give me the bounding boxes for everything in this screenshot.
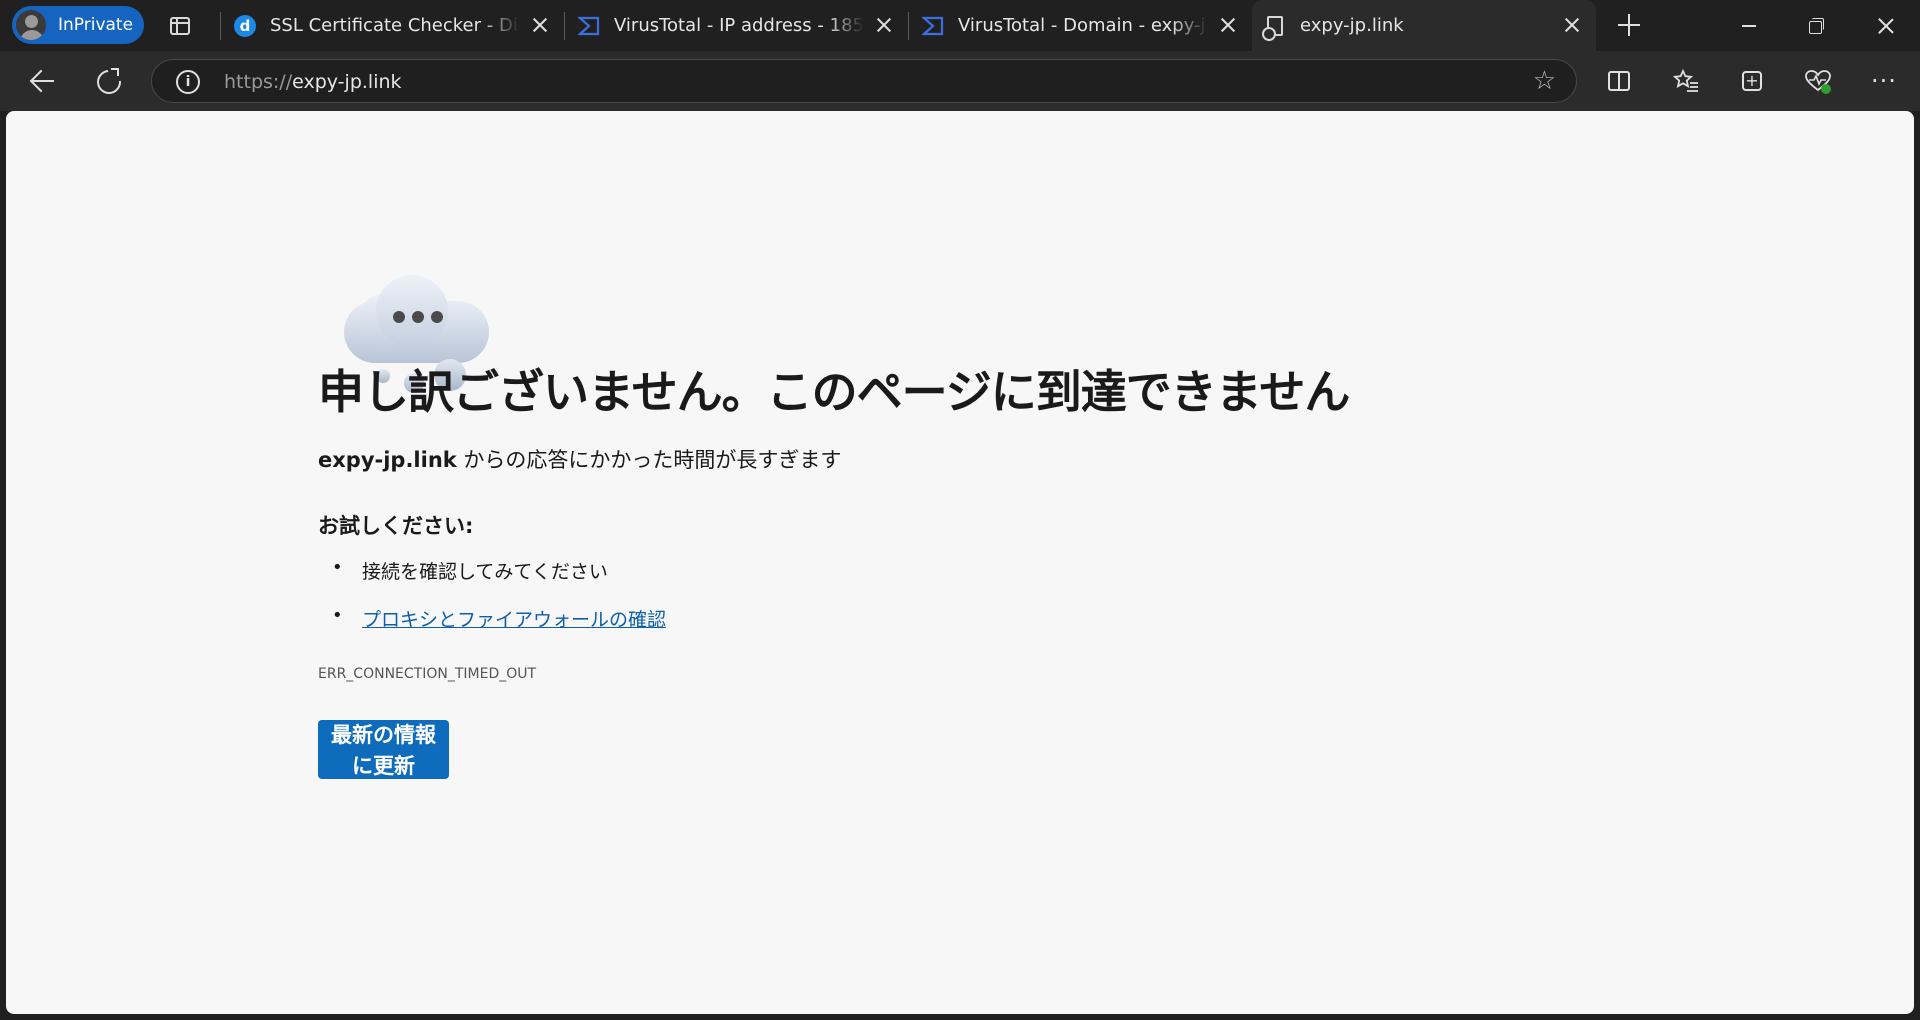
error-heading: 申し訳ございません。このページに到達できません xyxy=(318,365,1350,419)
toolbar: i https://expy-jp.link ☆ + ··· xyxy=(0,51,1920,111)
split-screen-icon[interactable] xyxy=(1602,64,1636,98)
list-item: プロキシとファイアウォールの確認 xyxy=(318,593,666,641)
close-tab-icon[interactable] xyxy=(1218,15,1238,35)
tab-title: VirusTotal - IP address - 185.81.1 xyxy=(614,15,864,36)
close-tab-icon[interactable] xyxy=(530,15,550,35)
address-url[interactable]: https://expy-jp.link xyxy=(224,71,402,93)
refresh-icon[interactable] xyxy=(88,61,128,101)
profile-avatar-icon xyxy=(14,8,48,42)
tab-actions-icon xyxy=(170,17,190,35)
tab-virustotal-ip[interactable]: VirusTotal - IP address - 185.81.1 xyxy=(566,0,908,51)
page-viewport xyxy=(6,111,1914,1014)
error-description-text: からの応答にかかった時間が長すぎます xyxy=(456,448,842,472)
suggestion-check-connection: 接続を確認してみてください xyxy=(362,561,608,583)
restore-icon[interactable] xyxy=(1788,0,1844,51)
tab-title: expy-jp.link xyxy=(1300,15,1404,36)
site-info-icon[interactable]: i xyxy=(176,70,200,94)
error-description: expy-jp.link からの応答にかかった時間が長すぎます xyxy=(318,444,841,474)
inprivate-label: InPrivate xyxy=(58,15,134,35)
tab-title: VirusTotal - Domain - expy-jp.link xyxy=(958,15,1208,36)
browser-essentials-icon[interactable] xyxy=(1801,64,1835,98)
minimize-icon[interactable] xyxy=(1720,0,1776,51)
back-icon[interactable] xyxy=(22,61,62,101)
site-favicon-icon: d xyxy=(234,14,256,37)
page-error-icon xyxy=(1262,15,1286,41)
tab-ssl-checker[interactable]: d SSL Certificate Checker - Diagnostic xyxy=(222,0,564,51)
tab-separator xyxy=(564,12,565,40)
favorites-icon[interactable] xyxy=(1669,64,1703,98)
error-code: ERR_CONNECTION_TIMED_OUT xyxy=(318,666,537,682)
proxy-firewall-link[interactable]: プロキシとファイアウォールの確認 xyxy=(362,609,666,631)
close-tab-icon[interactable] xyxy=(1562,15,1582,35)
close-window-icon[interactable] xyxy=(1858,0,1914,51)
inprivate-badge[interactable]: InPrivate xyxy=(12,6,144,44)
suggestion-list: 接続を確認してみてください プロキシとファイアウォールの確認 xyxy=(318,545,666,641)
try-label: お試しください: xyxy=(318,514,474,538)
tab-actions-button[interactable] xyxy=(164,10,196,42)
favorite-star-icon[interactable]: ☆ xyxy=(1533,68,1556,94)
tab-virustotal-domain[interactable]: VirusTotal - Domain - expy-jp.link xyxy=(910,0,1252,51)
tab-separator xyxy=(220,12,221,40)
tab-strip: InPrivate d SSL Certificate Checker - Di… xyxy=(0,0,1920,51)
collections-icon[interactable]: + xyxy=(1735,64,1769,98)
tab-separator xyxy=(908,12,909,40)
list-item: 接続を確認してみてください xyxy=(318,545,666,593)
close-tab-icon[interactable] xyxy=(874,15,894,35)
address-bar[interactable]: i https://expy-jp.link ☆ xyxy=(151,59,1577,103)
virustotal-icon xyxy=(578,15,600,37)
more-menu-icon[interactable]: ··· xyxy=(1867,64,1901,98)
error-host: expy-jp.link xyxy=(318,448,457,472)
new-tab-icon[interactable] xyxy=(1614,10,1644,40)
virustotal-icon xyxy=(922,15,944,37)
reload-button[interactable]: 最新の情報に更新 xyxy=(318,720,449,779)
tab-expy-jp-link[interactable]: expy-jp.link xyxy=(1252,0,1596,51)
tab-title: SSL Certificate Checker - Diagnostic xyxy=(270,15,520,36)
